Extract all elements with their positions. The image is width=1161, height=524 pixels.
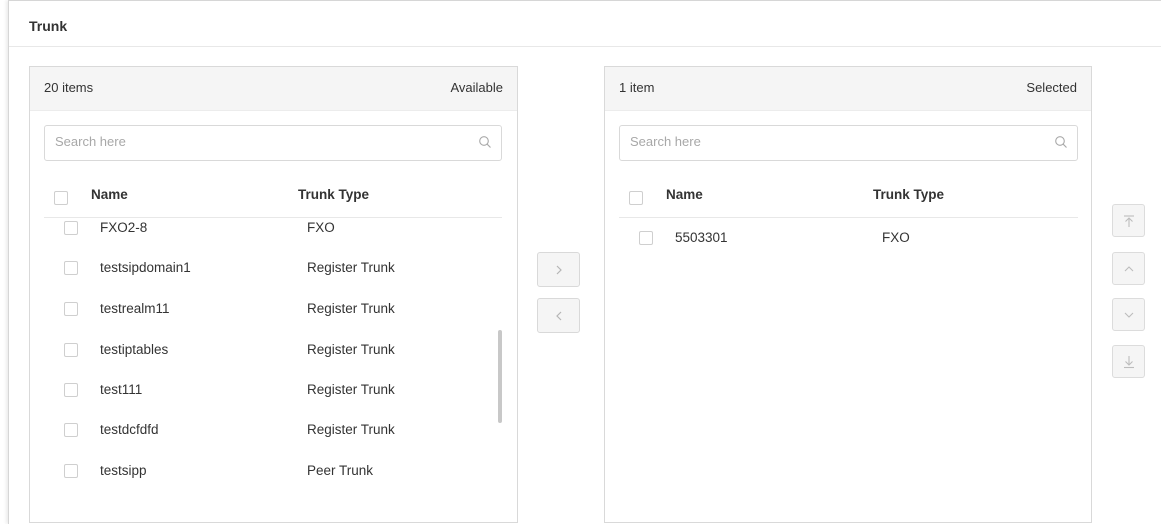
trunk-name: testrealm11 bbox=[100, 301, 170, 316]
list-item[interactable]: testsipdomain1 Register Trunk bbox=[44, 248, 484, 288]
move-to-bottom-button[interactable] bbox=[1112, 345, 1145, 378]
row-checkbox[interactable] bbox=[64, 464, 78, 478]
move-to-top-icon bbox=[1123, 214, 1134, 227]
available-count: 20 items bbox=[44, 80, 94, 95]
title-divider bbox=[9, 46, 1161, 47]
chevron-right-icon bbox=[556, 265, 562, 274]
list-item[interactable]: testrealm11 Register Trunk bbox=[44, 289, 484, 329]
available-table-header: Name Trunk Type bbox=[44, 179, 502, 218]
selected-title: Selected bbox=[1026, 80, 1077, 95]
column-name: Name bbox=[666, 187, 703, 202]
available-search-input[interactable] bbox=[55, 134, 455, 149]
trunk-name: FXO2-8 bbox=[100, 220, 148, 235]
trunk-name: testsipp bbox=[100, 463, 147, 478]
trunk-name: 5503301 bbox=[675, 230, 728, 245]
column-trunk-type: Trunk Type bbox=[298, 187, 370, 202]
move-to-top-button[interactable] bbox=[1112, 204, 1145, 237]
trunk-type: Register Trunk bbox=[307, 260, 395, 275]
trunk-name: testdcfdfd bbox=[100, 422, 159, 437]
search-icon bbox=[1055, 136, 1067, 148]
list-item[interactable]: test111 Register Trunk bbox=[44, 370, 484, 410]
trunk-name: test111 bbox=[100, 382, 143, 397]
list-item[interactable]: testdcfdfd Register Trunk bbox=[44, 410, 484, 450]
row-checkbox[interactable] bbox=[64, 221, 78, 235]
trunk-name: testsipdomain1 bbox=[100, 260, 191, 275]
trunk-name: testiptables bbox=[100, 342, 169, 357]
available-search-box[interactable] bbox=[44, 125, 502, 161]
trunk-type: FXO bbox=[307, 220, 335, 235]
section-title: Trunk bbox=[29, 18, 68, 34]
available-title: Available bbox=[450, 80, 503, 95]
available-panel: 20 items Available Name Trunk Type FXO2-… bbox=[29, 66, 518, 523]
row-checkbox[interactable] bbox=[639, 231, 653, 245]
row-checkbox[interactable] bbox=[64, 383, 78, 397]
row-checkbox[interactable] bbox=[64, 261, 78, 275]
selected-table-header: Name Trunk Type bbox=[619, 179, 1078, 218]
selected-panel: 1 item Selected Name Trunk Type 5503301 … bbox=[604, 66, 1092, 523]
move-to-selected-button[interactable] bbox=[537, 252, 580, 287]
select-all-selected-checkbox[interactable] bbox=[629, 191, 643, 205]
trunk-type: FXO bbox=[882, 230, 910, 245]
list-item[interactable]: 5503301 FXO bbox=[619, 218, 1059, 258]
row-checkbox[interactable] bbox=[64, 302, 78, 316]
selected-panel-header: 1 item Selected bbox=[605, 67, 1091, 111]
chevron-left-icon bbox=[555, 311, 561, 320]
trunk-type: Register Trunk bbox=[307, 422, 395, 437]
move-to-available-button[interactable] bbox=[537, 298, 580, 333]
available-list-scrollbar[interactable] bbox=[498, 330, 502, 423]
chevron-down-icon bbox=[1124, 312, 1133, 318]
chevron-up-icon bbox=[1124, 265, 1133, 271]
selected-search-box[interactable] bbox=[619, 125, 1078, 161]
selected-count: 1 item bbox=[619, 80, 655, 95]
move-down-button[interactable] bbox=[1112, 298, 1145, 331]
selected-search-input[interactable] bbox=[630, 134, 1030, 149]
trunk-type: Register Trunk bbox=[307, 301, 395, 316]
list-item[interactable]: testiptables Register Trunk bbox=[44, 330, 484, 370]
column-name: Name bbox=[91, 187, 128, 202]
row-checkbox[interactable] bbox=[64, 423, 78, 437]
list-item[interactable]: testsipp Peer Trunk bbox=[44, 451, 484, 491]
trunk-type: Register Trunk bbox=[307, 342, 395, 357]
selected-list: 5503301 FXO bbox=[619, 218, 1077, 520]
available-panel-header: 20 items Available bbox=[30, 67, 517, 111]
move-up-button[interactable] bbox=[1112, 252, 1145, 285]
select-all-available-checkbox[interactable] bbox=[54, 191, 68, 205]
trunk-type: Register Trunk bbox=[307, 382, 395, 397]
search-icon bbox=[479, 136, 491, 148]
column-trunk-type: Trunk Type bbox=[873, 187, 945, 202]
row-checkbox[interactable] bbox=[64, 343, 78, 357]
list-item[interactable]: FXO2-8 FXO bbox=[44, 218, 484, 248]
trunk-type: Peer Trunk bbox=[307, 463, 374, 478]
move-to-bottom-icon bbox=[1123, 355, 1134, 368]
available-list: FXO2-8 FXO testsipdomain1 Register Trunk… bbox=[44, 218, 502, 520]
